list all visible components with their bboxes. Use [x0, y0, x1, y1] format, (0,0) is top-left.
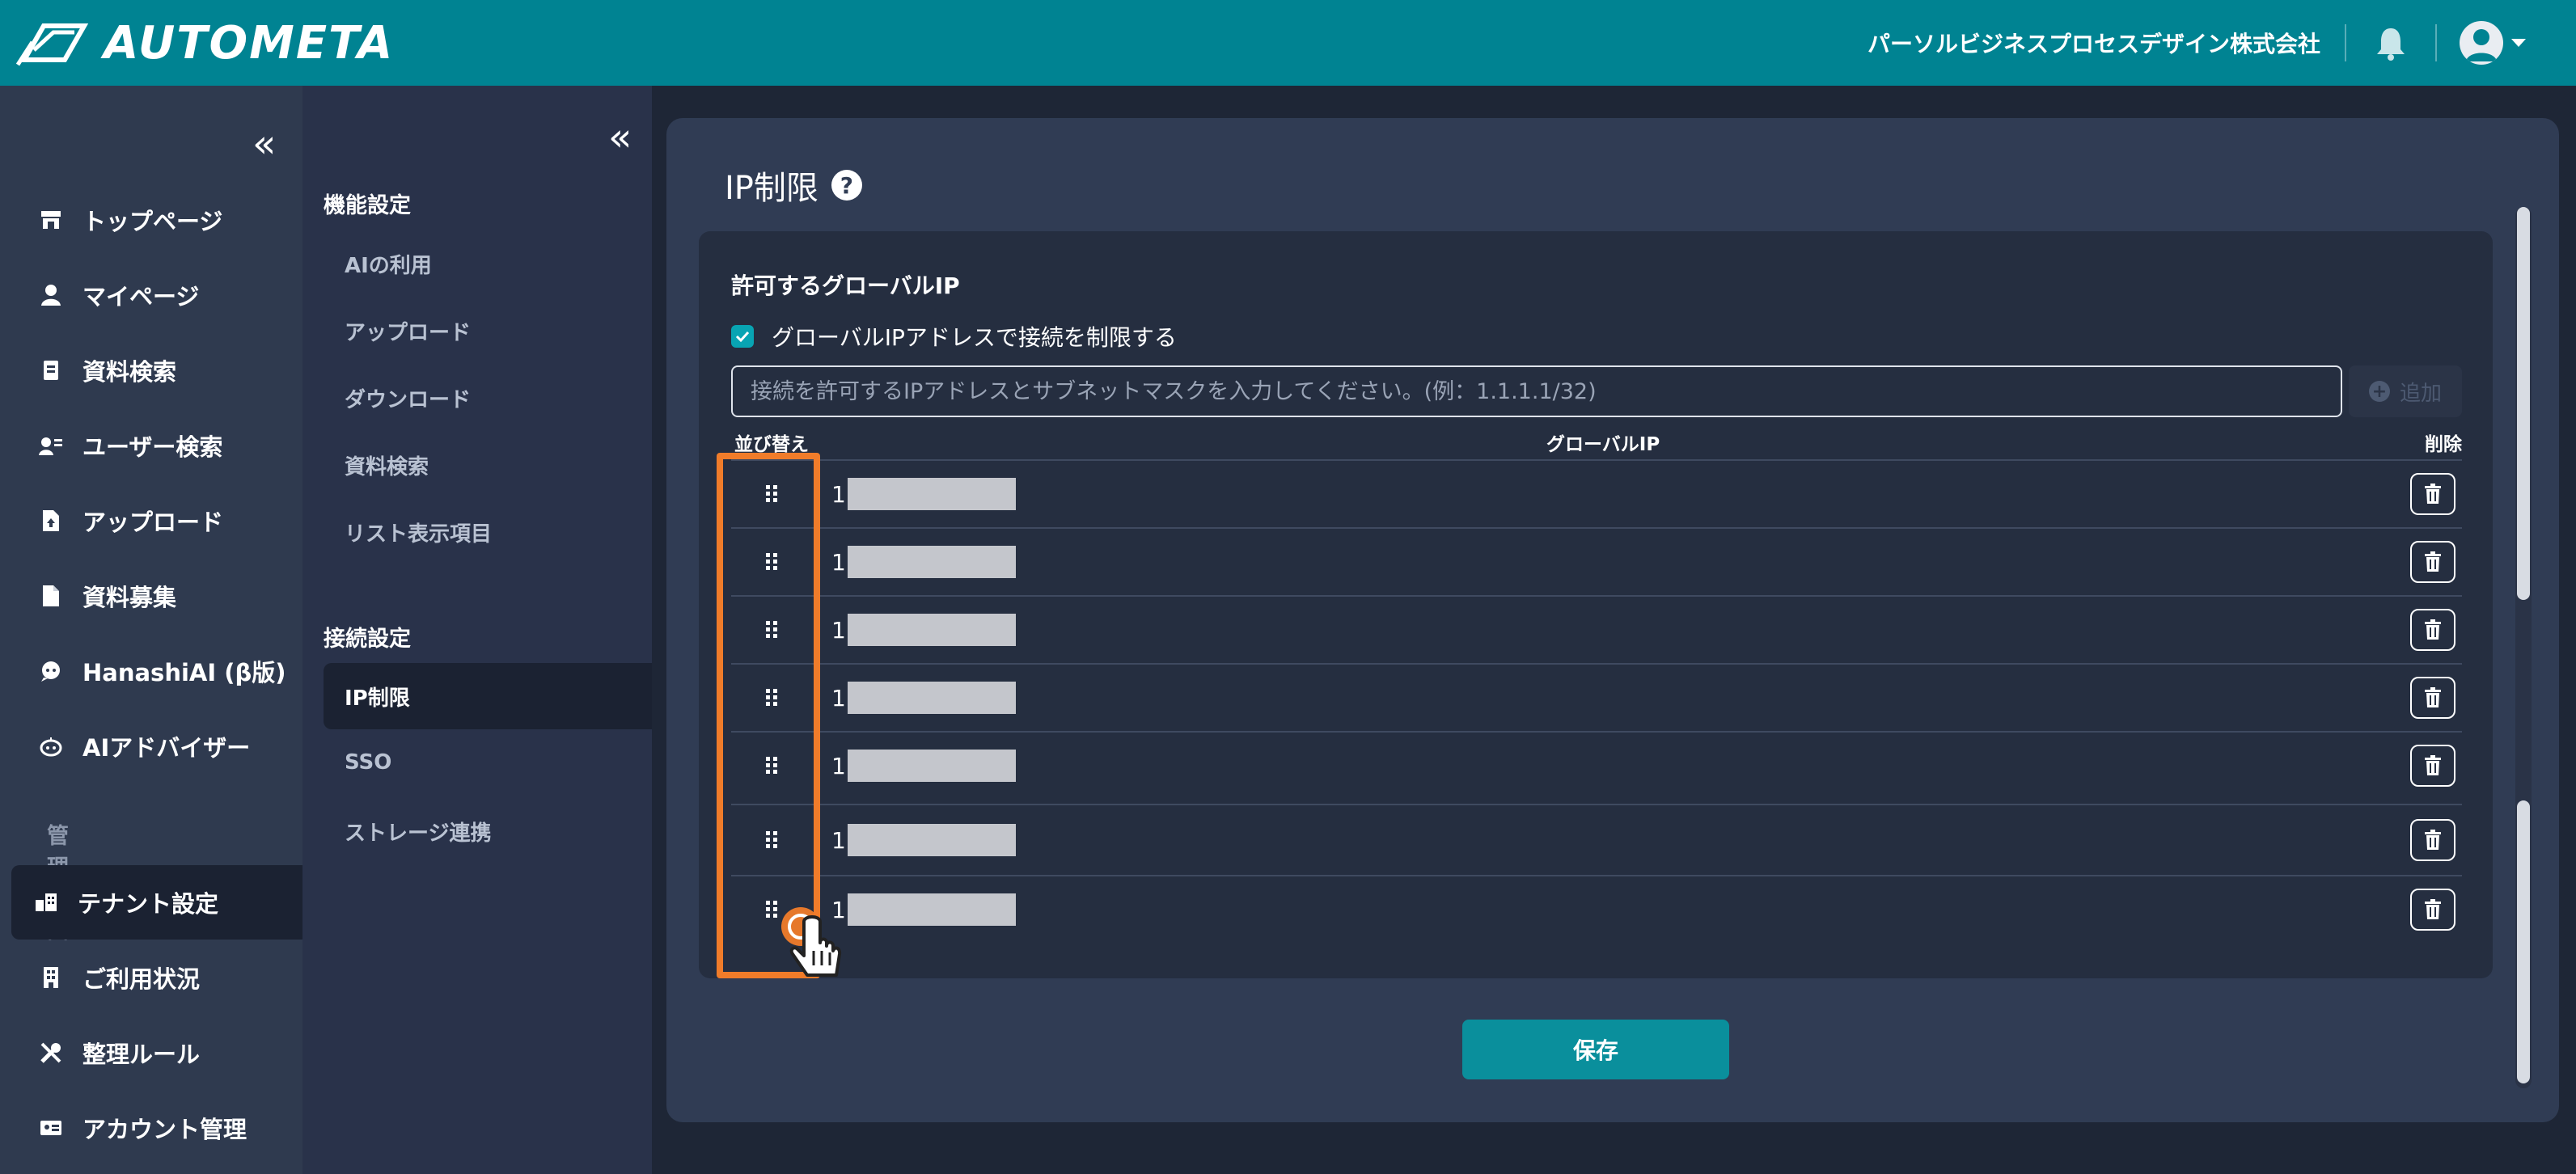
sidebar-item-user-search[interactable]: ユーザー検索 [11, 408, 302, 483]
sidebar-item-mypage[interactable]: マイページ [11, 258, 302, 332]
company-name: パーソルビジネスプロセスデザイン株式会社 [1867, 31, 2320, 57]
table-row: 1 [731, 663, 2462, 731]
ip-address-input[interactable] [731, 365, 2342, 417]
redacted-block [847, 893, 1016, 926]
column-header-sort: 並び替え [734, 434, 809, 455]
settings-item-list-columns[interactable]: リスト表示項目 [345, 517, 492, 547]
ip-value: 1 [831, 893, 1016, 926]
hand-cursor-icon [781, 907, 842, 977]
sidebar-item-ai-advisor[interactable]: AIアドバイザー [11, 709, 302, 783]
sidebar-item-upload[interactable]: アップロード [11, 484, 302, 558]
ip-value: 1 [831, 750, 1016, 782]
scrollbar-thumb[interactable] [2517, 800, 2530, 1083]
scrollbar-thumb[interactable] [2517, 207, 2530, 600]
trash-icon [2425, 830, 2441, 850]
redacted-block [847, 824, 1016, 856]
sidebar-item-toppage[interactable]: トップページ [11, 183, 302, 257]
delete-button[interactable] [2410, 541, 2455, 583]
user-menu[interactable] [2437, 21, 2527, 65]
trash-icon [2425, 484, 2441, 504]
notification-bell-icon[interactable] [2346, 25, 2435, 61]
settings-section-features: 機能設定 [324, 193, 411, 218]
section-title: 許可するグローバルIP [731, 272, 960, 299]
trash-icon [2425, 687, 2441, 707]
add-circle-icon: + [2368, 381, 2390, 402]
sidebar-item-account-management[interactable]: アカウント管理 [11, 1091, 302, 1165]
id-card-icon [37, 1114, 65, 1142]
ip-value: 1 [831, 478, 1016, 510]
trash-icon [2425, 619, 2441, 640]
store-icon [37, 206, 65, 234]
settings-item-ai[interactable]: AIの利用 [345, 249, 432, 279]
avatar-icon [2460, 21, 2503, 65]
ip-value: 1 [831, 824, 1016, 856]
redacted-block [847, 478, 1016, 510]
settings-sidebar: « 機能設定 AIの利用 アップロード ダウンロード 資料検索 リスト表示項目 … [302, 86, 652, 1174]
ip-value: 1 [831, 682, 1016, 714]
settings-item-ip-restriction[interactable]: IP制限 [324, 663, 652, 729]
delete-button[interactable] [2410, 473, 2455, 515]
sidebar-item-tenant-settings[interactable]: テナント設定 [11, 865, 302, 940]
sidebar-item-hanashiai[interactable]: HanashiAI (β版) [11, 634, 302, 708]
trash-icon [2425, 551, 2441, 572]
person-icon [37, 281, 65, 309]
settings-item-sso[interactable]: SSO [345, 750, 391, 775]
file-icon [37, 582, 65, 610]
delete-button[interactable] [2410, 745, 2455, 787]
office-icon [37, 964, 65, 991]
save-button[interactable]: 保存 [1462, 1020, 1729, 1079]
settings-section-connection: 接続設定 [324, 627, 411, 652]
restrict-checkbox[interactable] [731, 325, 754, 348]
collapse-settings-icon[interactable]: « [608, 115, 632, 160]
ip-value: 1 [831, 614, 1016, 646]
logo[interactable]: AUTOMETA [16, 17, 394, 70]
table-row: 1 [731, 527, 2462, 595]
redacted-block [847, 682, 1016, 714]
restrict-checkbox-row[interactable]: グローバルIPアドレスで接続を制限する [731, 320, 1177, 353]
table-row: 1 [731, 595, 2462, 663]
delete-button[interactable] [2410, 819, 2455, 861]
building-icon [32, 889, 60, 916]
main-panel: IP制限 ? 許可するグローバルIP グローバルIPアドレスで接続を制限する +… [666, 118, 2559, 1122]
file-upload-icon [37, 507, 65, 534]
trash-icon [2425, 755, 2441, 775]
table-row: 1 [731, 875, 2462, 943]
table-row: 1 [731, 731, 2462, 799]
sidebar-item-organize-rules[interactable]: 整理ルール [11, 1016, 302, 1090]
delete-button[interactable] [2410, 609, 2455, 651]
redacted-block [847, 750, 1016, 782]
page-title: IP制限 ? [725, 162, 862, 209]
column-header-global-ip: グローバルIP [1546, 434, 1660, 455]
settings-item-upload[interactable]: アップロード [345, 316, 471, 346]
user-search-icon [37, 432, 65, 459]
app-header: AUTOMETA パーソルビジネスプロセスデザイン株式会社 [0, 0, 2576, 86]
table-row: 1 [731, 804, 2462, 875]
logo-mark-icon [16, 23, 89, 66]
sidebar-item-document-search[interactable]: 資料検索 [11, 333, 302, 408]
redacted-block [847, 546, 1016, 578]
trash-icon [2425, 899, 2441, 919]
global-ip-card: 許可するグローバルIP グローバルIPアドレスで接続を制限する + 追加 並び替… [699, 231, 2493, 978]
settings-item-document-search[interactable]: 資料検索 [345, 450, 429, 480]
delete-button[interactable] [2410, 677, 2455, 719]
sidebar-item-usage[interactable]: ご利用状況 [11, 940, 302, 1015]
sidebar-item-document-request[interactable]: 資料募集 [11, 559, 302, 633]
add-button[interactable]: + 追加 [2349, 365, 2462, 417]
settings-item-download[interactable]: ダウンロード [345, 383, 471, 413]
app-name: AUTOMETA [104, 16, 395, 70]
redacted-block [847, 614, 1016, 646]
tools-icon [37, 1039, 65, 1066]
restrict-checkbox-label: グローバルIPアドレスで接続を制限する [772, 324, 1177, 351]
robot-icon [37, 733, 65, 760]
table-row: 1 [731, 459, 2462, 527]
column-header-delete: 削除 [2425, 434, 2462, 455]
document-search-icon [37, 357, 65, 384]
chat-icon [37, 657, 65, 685]
settings-item-storage[interactable]: ストレージ連携 [345, 817, 491, 847]
chevron-down-icon [2511, 39, 2526, 47]
help-icon[interactable]: ? [831, 170, 862, 201]
ip-value: 1 [831, 546, 1016, 578]
delete-button[interactable] [2410, 889, 2455, 931]
